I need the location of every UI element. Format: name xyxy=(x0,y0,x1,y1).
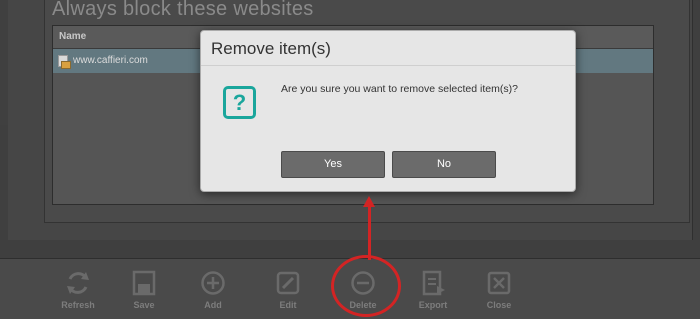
add-icon xyxy=(201,271,225,295)
refresh-label: Refresh xyxy=(61,300,95,310)
save-icon xyxy=(132,270,156,296)
save-button[interactable]: Save xyxy=(114,269,174,310)
export-button[interactable]: Export xyxy=(403,269,463,310)
export-icon xyxy=(422,270,445,296)
dialog-message: Are you sure you want to remove selected… xyxy=(281,83,518,95)
add-label: Add xyxy=(204,300,222,310)
left-panel-edge xyxy=(0,190,8,230)
refresh-button[interactable]: Refresh xyxy=(48,269,108,310)
refresh-icon xyxy=(67,272,89,294)
dialog-divider xyxy=(201,65,575,66)
section-title: Always block these websites xyxy=(52,0,314,20)
left-panel-edge xyxy=(0,0,8,125)
export-label: Export xyxy=(418,300,448,310)
web-page-icon xyxy=(57,55,71,69)
list-item-url: www.caffieri.com xyxy=(73,55,148,66)
no-button[interactable]: No xyxy=(392,151,496,178)
annotation-arrow-head xyxy=(363,196,375,207)
add-button[interactable]: Add xyxy=(183,269,243,310)
close-label: Close xyxy=(486,300,512,310)
save-label: Save xyxy=(133,300,155,310)
annotation-arrow-line xyxy=(368,204,371,260)
dialog-title: Remove item(s) xyxy=(211,39,331,58)
edit-label: Edit xyxy=(279,300,297,310)
annotation-highlight-circle xyxy=(331,255,401,317)
remove-items-dialog: Remove item(s) ? Are you sure you want t… xyxy=(200,30,576,192)
close-button[interactable]: Close xyxy=(469,269,529,310)
yes-button[interactable]: Yes xyxy=(281,151,385,178)
question-icon: ? xyxy=(223,86,256,119)
close-icon xyxy=(487,271,511,295)
edit-icon xyxy=(276,271,300,295)
edit-button[interactable]: Edit xyxy=(258,269,318,310)
